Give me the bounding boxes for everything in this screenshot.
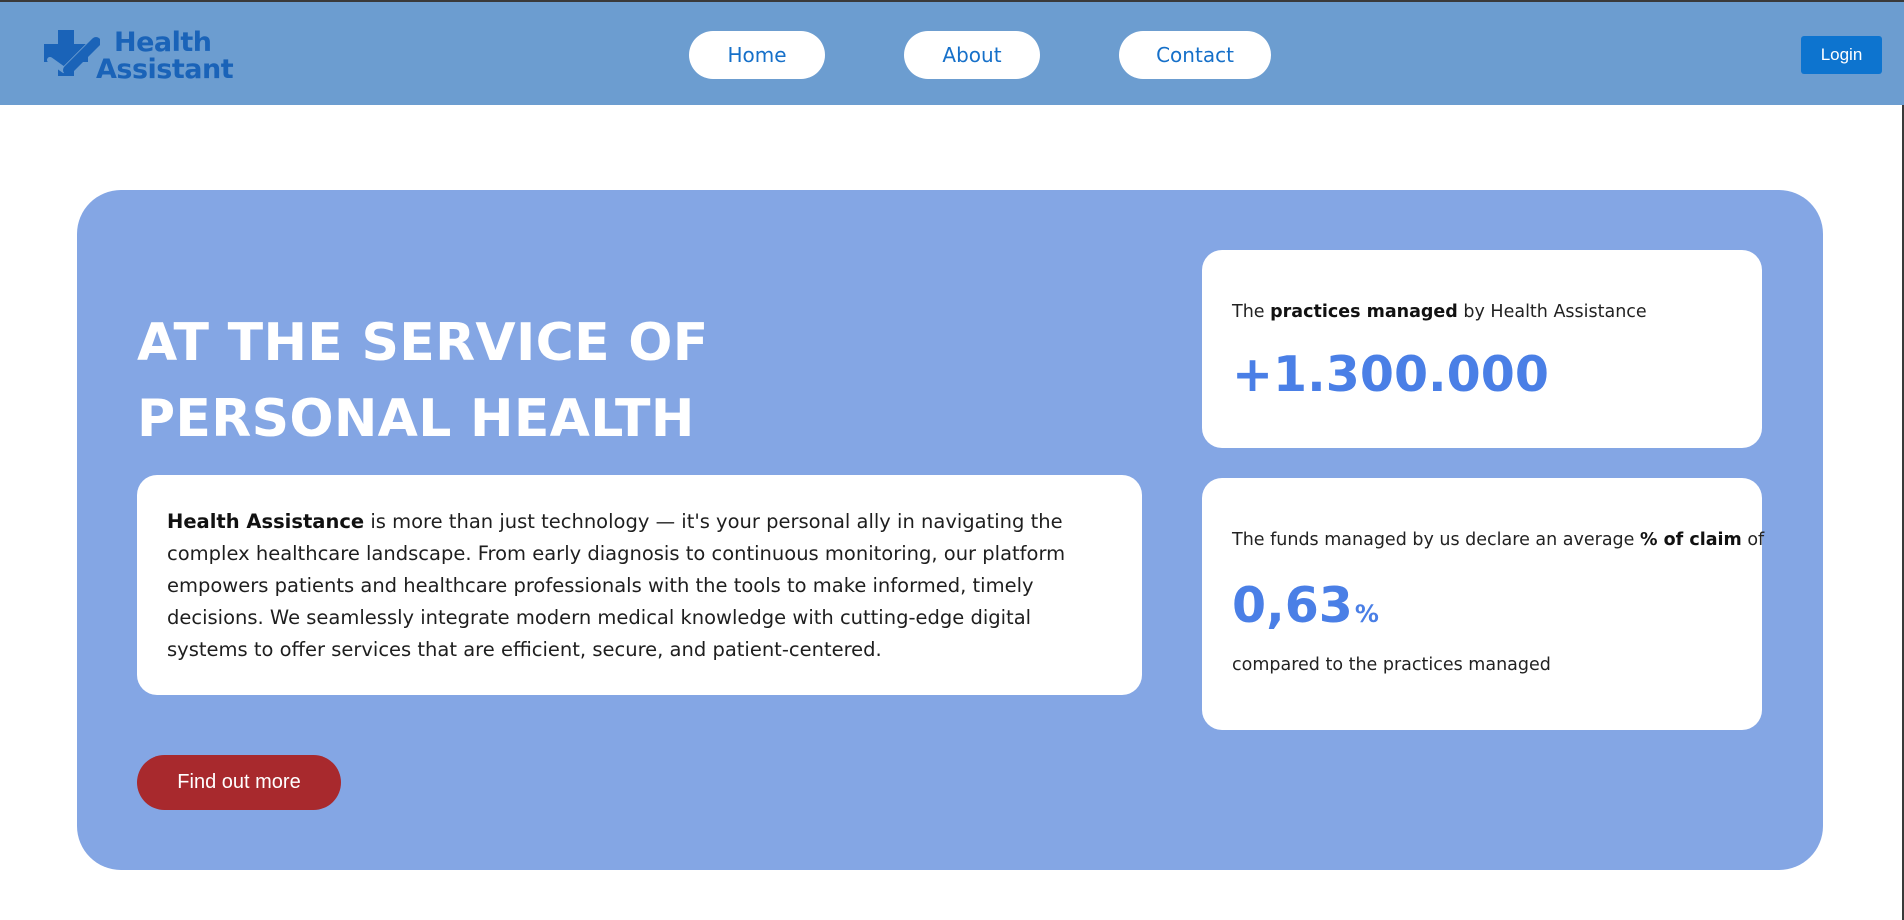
description-brand: Health Assistance <box>167 510 365 533</box>
practices-label-post: by Health Assistance <box>1457 302 1647 322</box>
hero-title-line-2: PERSONAL HEALTH <box>137 389 695 449</box>
hero-title-line-1: AT THE SERVICE OF <box>137 313 709 373</box>
claim-value-number: 0,63 <box>1232 577 1353 634</box>
login-button[interactable]: Login <box>1801 36 1882 74</box>
claim-label-pre: The funds managed by us declare an avera… <box>1232 530 1640 550</box>
nav-about-button[interactable]: About <box>904 31 1040 79</box>
logo-line-2: Assistant <box>96 54 234 85</box>
practices-stat-label: The practices managed by Health Assistan… <box>1232 300 1647 324</box>
claim-label-post: of <box>1741 530 1765 550</box>
hero-title: AT THE SERVICE OF PERSONAL HEALTH <box>137 305 709 457</box>
top-navbar: Health Assistant Home About Contact Logi… <box>0 0 1904 105</box>
logo-line-1: Health <box>114 27 212 58</box>
claim-stat-footnote: compared to the practices managed <box>1232 655 1551 675</box>
claim-value-unit: % <box>1354 600 1379 628</box>
claim-stat-label: The funds managed by us declare an avera… <box>1232 528 1764 552</box>
logo-text: Health Assistant <box>96 27 234 83</box>
claim-stat-card: The funds managed by us declare an avera… <box>1202 478 1764 730</box>
practices-label-pre: The <box>1232 302 1271 322</box>
practices-stat-value: +1.300.000 <box>1232 346 1549 403</box>
nav-home-button[interactable]: Home <box>689 31 825 79</box>
claim-stat-value: 0,63% <box>1232 578 1379 642</box>
practices-stat-card: The practices managed by Health Assistan… <box>1202 250 1762 448</box>
medical-cross-check-icon <box>44 30 100 76</box>
practices-label-bold: practices managed <box>1270 302 1458 322</box>
claim-label-bold: % of claim <box>1639 530 1742 550</box>
description-card: Health Assistance is more than just tech… <box>137 475 1142 695</box>
hero-section: AT THE SERVICE OF PERSONAL HEALTH Health… <box>77 190 1823 870</box>
find-out-more-button[interactable]: Find out more <box>137 755 341 810</box>
logo[interactable]: Health Assistant <box>38 26 234 86</box>
nav-contact-button[interactable]: Contact <box>1119 31 1271 79</box>
